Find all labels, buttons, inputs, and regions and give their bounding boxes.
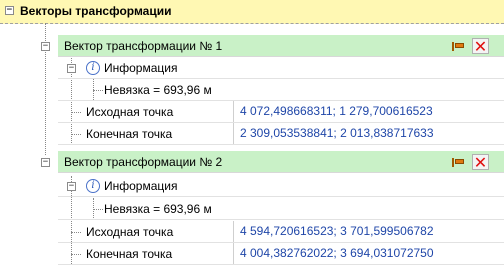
info-icon: i — [86, 179, 100, 193]
source-point-label: Исходная точка — [86, 105, 174, 119]
collapse-toggle-icon[interactable]: − — [41, 42, 50, 51]
target-point-value[interactable]: 2 309,053538841; 2 013,838717633 — [233, 123, 504, 144]
delete-icon[interactable]: ✕ — [472, 153, 489, 172]
collapse-toggle-icon[interactable]: − — [5, 6, 14, 15]
collapse-toggle-icon[interactable]: − — [67, 64, 76, 73]
source-point-value[interactable]: 4 594,720616523; 3 701,599506782 — [233, 221, 504, 242]
target-point-row[interactable]: Конечная точка 2 309,053538841; 2 013,83… — [58, 123, 504, 145]
target-point-row[interactable]: Конечная точка 4 004,382762022; 3 694,03… — [58, 243, 504, 265]
delete-icon[interactable]: ✕ — [472, 37, 489, 56]
info-icon: i — [86, 61, 100, 75]
info-label: Информация — [104, 179, 178, 193]
vector-header-label: Вектор трансформации № 1 — [64, 39, 223, 53]
target-point-label: Конечная точка — [86, 127, 173, 141]
source-point-row[interactable]: Исходная точка 4 072,498668311; 1 279,70… — [58, 101, 504, 123]
tree-root-label: Векторы трансформации — [20, 4, 172, 18]
info-row[interactable]: − i Информация — [58, 175, 504, 197]
collapse-toggle-icon[interactable]: − — [67, 182, 76, 191]
collapse-toggle-icon[interactable]: − — [41, 158, 50, 167]
residual-text: Невязка = 693,96 м — [104, 202, 212, 216]
flag-icon[interactable] — [450, 154, 467, 170]
source-point-row[interactable]: Исходная точка 4 594,720616523; 3 701,59… — [58, 221, 504, 243]
residual-row: Невязка = 693,96 м — [58, 79, 504, 101]
target-point-value[interactable]: 4 004,382762022; 3 694,031072750 — [233, 243, 504, 264]
vector-header-row[interactable]: Вектор трансформации № 2 ✕ — [58, 151, 504, 173]
flag-icon[interactable] — [450, 38, 467, 54]
source-point-label: Исходная точка — [86, 225, 174, 239]
tree-root-row[interactable]: − Векторы трансформации — [0, 0, 504, 24]
residual-text: Невязка = 693,96 м — [104, 83, 212, 97]
source-point-value[interactable]: 4 072,498668311; 1 279,700616523 — [233, 101, 504, 122]
residual-row: Невязка = 693,96 м — [58, 198, 504, 220]
info-row[interactable]: − i Информация — [58, 57, 504, 79]
vector-header-label: Вектор трансформации № 2 — [64, 155, 223, 169]
info-label: Информация — [104, 61, 178, 75]
transformation-vectors-tree: − Векторы трансформации Вектор трансформ… — [0, 0, 504, 265]
target-point-label: Конечная точка — [86, 247, 173, 261]
vector-header-row[interactable]: Вектор трансформации № 1 ✕ — [58, 35, 504, 57]
